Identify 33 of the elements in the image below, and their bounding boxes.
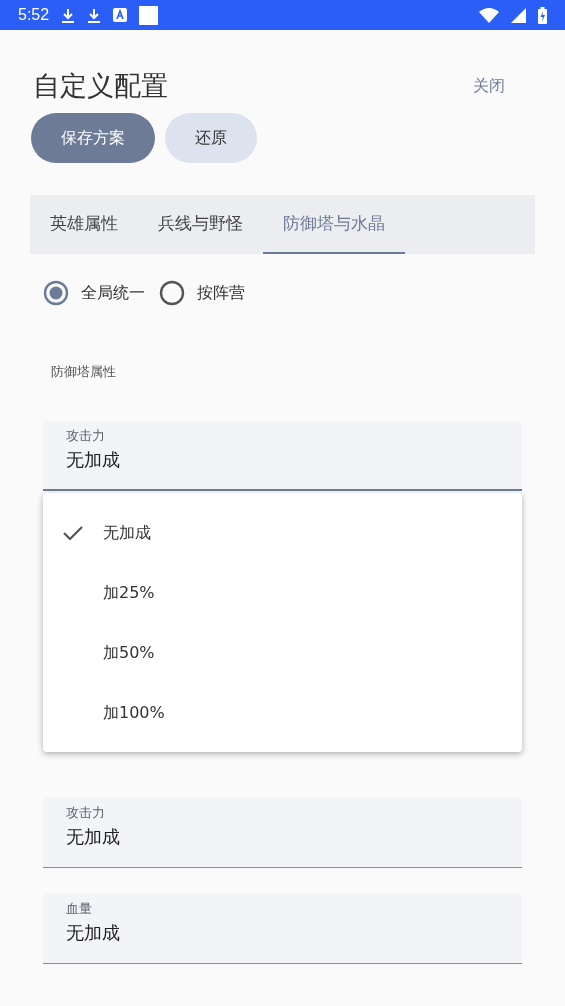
page-title: 自定义配置 <box>33 69 168 103</box>
signal-icon <box>511 7 526 23</box>
dropdown-field[interactable]: 攻击力 无加成 <box>43 421 522 491</box>
menu-item[interactable]: 加100% <box>43 683 522 743</box>
field-value: 无加成 <box>66 921 121 945</box>
radio-button[interactable] <box>159 280 185 306</box>
tab[interactable]: 防御塔与水晶 <box>263 195 405 254</box>
field-label: 血量 <box>66 900 93 918</box>
square-icon <box>139 5 159 25</box>
radio-label: 全局统一 <box>81 282 145 304</box>
tab[interactable]: 兵线与野怪 <box>138 195 263 254</box>
field-label: 攻击力 <box>66 804 106 822</box>
section-heading: 防御塔属性 <box>51 363 117 381</box>
menu-item[interactable]: 加25% <box>43 563 522 623</box>
save-button[interactable]: 保存方案 <box>31 113 155 163</box>
radio-button[interactable] <box>43 280 69 306</box>
field-label: 攻击力 <box>66 427 106 445</box>
radio-label: 按阵营 <box>197 282 245 304</box>
status-time: 5:52 <box>18 6 50 24</box>
download-icon <box>61 7 76 23</box>
dropdown-field[interactable]: 攻击力 无加成 <box>43 798 522 868</box>
menu-item[interactable]: 加50% <box>43 623 522 683</box>
battery-icon <box>538 6 547 24</box>
keyboard-icon <box>113 8 128 22</box>
reset-button[interactable]: 还原 <box>165 113 257 163</box>
wifi-icon <box>479 7 499 23</box>
download-icon <box>87 7 102 23</box>
field-value: 无加成 <box>66 825 121 849</box>
menu-item[interactable]: 无加成 <box>43 503 522 563</box>
tab[interactable]: 英雄属性 <box>30 195 138 254</box>
close-link[interactable]: 关闭 <box>473 75 505 97</box>
dropdown-field[interactable]: 血量 无加成 <box>43 894 522 964</box>
field-value: 无加成 <box>66 448 121 472</box>
